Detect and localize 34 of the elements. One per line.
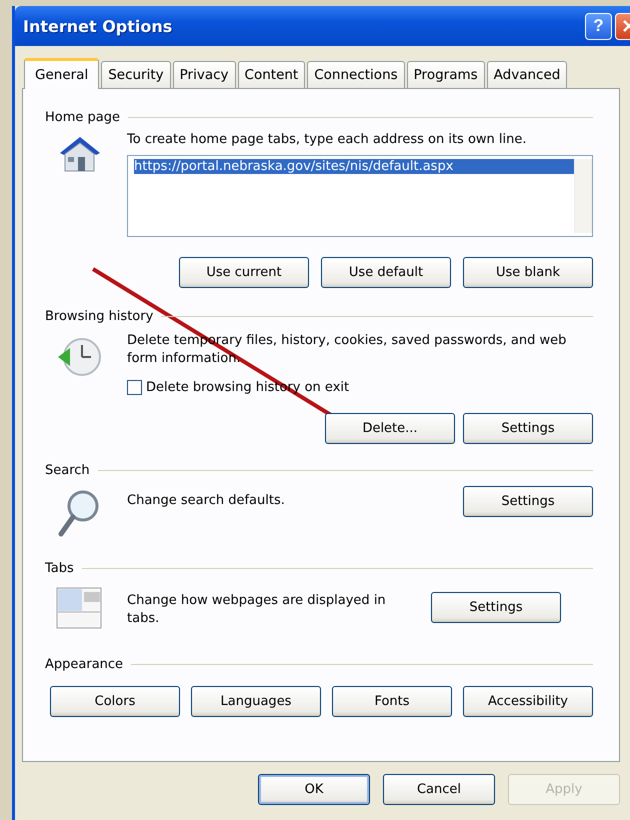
tab[interactable]: Security <box>101 61 171 88</box>
appearance-button[interactable]: Accessibility <box>463 686 593 717</box>
tab[interactable]: Connections <box>307 61 405 88</box>
search-icon <box>57 488 101 538</box>
tabs-icon <box>55 586 103 630</box>
tab[interactable]: Advanced <box>486 61 568 88</box>
section-label: Appearance <box>45 656 124 672</box>
home-page-button[interactable]: Use current <box>179 257 309 288</box>
home-page-button[interactable]: Use blank <box>463 257 593 288</box>
history-button[interactable]: Delete... <box>325 413 455 444</box>
description-text: Change search defaults. <box>127 492 286 510</box>
dialog-button[interactable]: OK <box>258 774 370 805</box>
tab[interactable]: General <box>24 58 100 89</box>
dialog-button[interactable]: Cancel <box>383 774 495 805</box>
tab[interactable]: Content <box>238 61 306 88</box>
address-field[interactable]: https://portal.nebraska.gov/sites/nis/default.aspx <box>127 155 593 237</box>
tab[interactable]: Programs <box>406 61 485 88</box>
history-button[interactable]: Settings <box>463 413 593 444</box>
section-label: Tabs <box>45 560 74 576</box>
checkbox[interactable] <box>127 380 142 395</box>
section-label: Home page <box>45 110 120 124</box>
section-label: Search <box>45 462 90 478</box>
appearance-button[interactable]: Languages <box>191 686 321 717</box>
description-text: To create home page tabs, type each address on its own line. <box>127 131 528 149</box>
settings-button[interactable]: Settings <box>431 592 561 623</box>
home-page-button[interactable]: Use default <box>321 257 451 288</box>
description-text: Change how webpages are displayed in tabs. <box>127 592 387 628</box>
window-title: Internet Options <box>23 16 172 36</box>
section-label: Browsing history <box>45 308 154 324</box>
tab[interactable]: Privacy <box>172 61 236 88</box>
appearance-button[interactable]: Fonts <box>332 686 452 717</box>
settings-button[interactable]: Settings <box>463 486 593 517</box>
scrollbar[interactable] <box>574 159 592 233</box>
appearance-button[interactable]: Colors <box>50 686 180 717</box>
